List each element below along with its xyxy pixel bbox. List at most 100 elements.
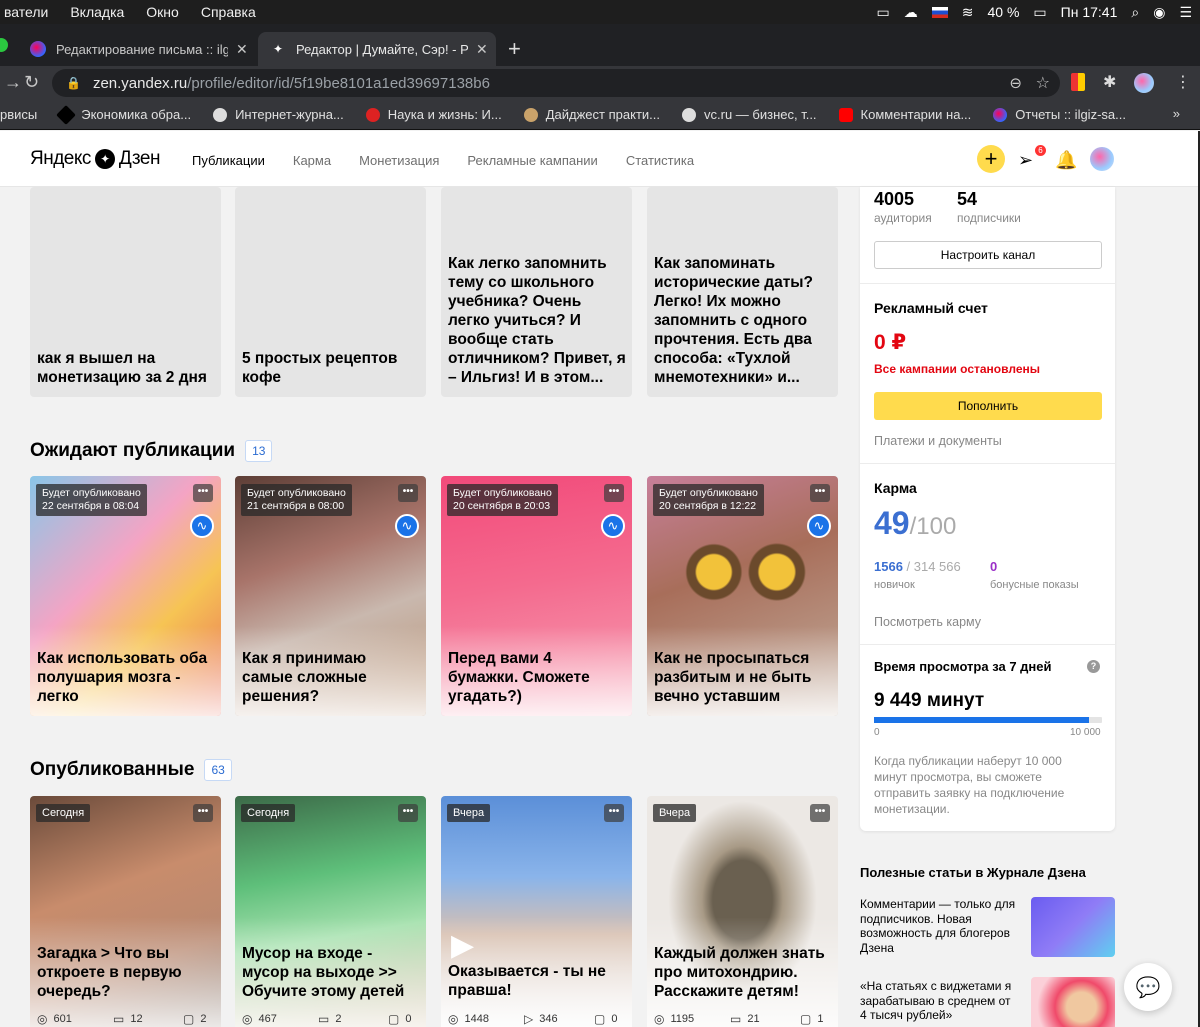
more-options-icon[interactable]: ••• bbox=[604, 484, 624, 502]
journal-article-image[interactable] bbox=[1031, 897, 1115, 957]
close-tab-icon[interactable]: ✕ bbox=[476, 41, 488, 58]
bookmark-item[interactable]: Дайджест практи... bbox=[523, 107, 660, 122]
help-icon[interactable]: ? bbox=[1087, 660, 1100, 673]
wave-icon[interactable]: ∿ bbox=[395, 514, 419, 538]
extensions-puzzle-icon[interactable]: ✱ bbox=[1103, 72, 1123, 92]
progress-min-label: 0 bbox=[874, 727, 880, 738]
close-tab-icon[interactable]: ✕ bbox=[236, 41, 248, 58]
channel-avatar[interactable] bbox=[1090, 147, 1114, 171]
wave-icon[interactable]: ∿ bbox=[807, 514, 831, 538]
reads-book-icon: ▭ bbox=[730, 1012, 742, 1026]
bookmark-item[interactable]: Интернет-журна... bbox=[213, 107, 344, 122]
battery-label[interactable]: 40 % bbox=[988, 4, 1020, 20]
published-card[interactable]: Вчера ••• ▶ Оказывается - ты не правша! … bbox=[441, 796, 632, 1027]
comments-icon: ▢ bbox=[594, 1012, 606, 1026]
schedule-date: 20 сентября в 12:22 bbox=[659, 500, 757, 512]
create-publication-button[interactable]: + bbox=[977, 145, 1005, 173]
profile-avatar-icon[interactable] bbox=[1134, 73, 1154, 93]
plays-icon: ▷ bbox=[524, 1012, 534, 1026]
wave-icon[interactable]: ∿ bbox=[190, 514, 214, 538]
bonus-label: бонусные показы bbox=[990, 579, 1079, 591]
more-options-icon[interactable]: ••• bbox=[193, 804, 213, 822]
bookmarks-overflow-icon[interactable]: » bbox=[1173, 106, 1180, 121]
more-options-icon[interactable]: ••• bbox=[398, 804, 418, 822]
nav-monetization[interactable]: Монетизация bbox=[359, 153, 439, 168]
schedule-label: Будет опубликовано bbox=[453, 487, 552, 499]
nav-statistics[interactable]: Статистика bbox=[626, 153, 694, 168]
tab-zen-editor[interactable]: ✦ Редактор | Думайте, Сэр! - Р ✕ bbox=[258, 32, 496, 66]
bookmark-item[interactable]: Наука и жизнь: И... bbox=[365, 107, 502, 122]
published-count-badge: 63 bbox=[204, 759, 232, 781]
pending-card[interactable]: Будет опубликовано 20 сентября в 12:22 ••… bbox=[647, 476, 838, 716]
published-card[interactable]: Сегодня ••• Загадка > Что вы откроете в … bbox=[30, 796, 221, 1027]
menu-item[interactable]: ватели bbox=[4, 4, 48, 20]
setup-channel-button[interactable]: Настроить канал bbox=[874, 241, 1102, 269]
menu-item-tab[interactable]: Вкладка bbox=[70, 4, 124, 20]
draft-card[interactable]: 5 простых рецептов кофе bbox=[235, 187, 426, 397]
chat-support-icon[interactable]: 💬 bbox=[1124, 963, 1172, 1011]
published-card[interactable]: Сегодня ••• Мусор на входе - мусор на вы… bbox=[235, 796, 426, 1027]
pending-count-badge: 13 bbox=[245, 440, 273, 462]
clock[interactable]: Пн 17:41 bbox=[1061, 4, 1118, 20]
bookmark-label: рвисы bbox=[0, 107, 38, 122]
siri-icon[interactable]: ◉ bbox=[1153, 4, 1165, 21]
bookmark-item[interactable]: Комментарии на... bbox=[838, 107, 971, 122]
zen-logo[interactable]: Яндекс ✦ Дзен bbox=[30, 148, 160, 170]
more-options-icon[interactable]: ••• bbox=[604, 804, 624, 822]
globe-icon bbox=[682, 107, 696, 122]
spotlight-search-icon[interactable]: ⌕ bbox=[1131, 4, 1139, 21]
bookmark-star-icon[interactable]: ☆ bbox=[1036, 73, 1050, 93]
battery-icon: ▭ bbox=[1033, 3, 1047, 20]
audience-value: 4005 bbox=[874, 189, 915, 209]
nav-karma[interactable]: Карма bbox=[293, 153, 331, 168]
address-bar[interactable]: 🔒 zen.yandex.ru/profile/editor/id/5f19be… bbox=[52, 69, 1060, 97]
bookmark-item[interactable]: рвисы bbox=[0, 107, 37, 122]
more-options-icon[interactable]: ••• bbox=[810, 804, 830, 822]
browser-menu-icon[interactable]: ⋮ bbox=[1175, 72, 1195, 92]
video-play-icon[interactable]: ▶ bbox=[451, 928, 474, 963]
reload-icon[interactable]: ↻ bbox=[24, 72, 39, 93]
forward-arrow-icon[interactable]: → bbox=[4, 72, 22, 93]
wave-icon[interactable]: ∿ bbox=[601, 514, 625, 538]
youtube-icon bbox=[838, 107, 853, 122]
draft-card[interactable]: Как легко запомнить тему со школьного уч… bbox=[441, 187, 632, 397]
journal-article-image[interactable] bbox=[1031, 977, 1115, 1027]
bookmark-item[interactable]: vc.ru — бизнес, т... bbox=[682, 107, 817, 122]
bookmark-item[interactable]: Отчеты :: ilgiz-sa... bbox=[993, 107, 1126, 122]
draft-card[interactable]: как я вышел на монетизацию за 2 дня bbox=[30, 187, 221, 397]
top-up-button[interactable]: Пополнить bbox=[874, 392, 1102, 420]
extension-bookmark-icon[interactable] bbox=[1071, 73, 1085, 91]
view-karma-link[interactable]: Посмотреть карму bbox=[874, 615, 981, 629]
zoom-icon[interactable]: ⊖ bbox=[1009, 74, 1022, 92]
bookmark-item[interactable]: Экономика обра... bbox=[56, 104, 191, 125]
journal-article-link[interactable]: «На статьях с виджетами я зарабатываю в … bbox=[860, 979, 1020, 1023]
menu-item-help[interactable]: Справка bbox=[201, 4, 256, 20]
keyboard-layout-icon[interactable] bbox=[931, 6, 948, 18]
draft-card[interactable]: Как запоминать исторические даты? Легко!… bbox=[647, 187, 838, 397]
divider bbox=[860, 463, 1115, 464]
display-icon[interactable]: ▭ bbox=[877, 4, 890, 21]
menu-item-window[interactable]: Окно bbox=[146, 4, 179, 20]
more-options-icon[interactable]: ••• bbox=[398, 484, 418, 502]
wifi-icon[interactable]: ≋ bbox=[962, 4, 974, 21]
globe-icon bbox=[213, 107, 228, 122]
send-plane-icon[interactable]: ➢ bbox=[1018, 150, 1033, 171]
pending-card[interactable]: Будет опубликовано 20 сентября в 20:03 ••… bbox=[441, 476, 632, 716]
published-card-title: Оказывается - ты не правша! bbox=[448, 963, 606, 999]
payments-documents-link[interactable]: Платежи и документы bbox=[874, 434, 1002, 448]
nav-ad-campaigns[interactable]: Рекламные кампании bbox=[467, 153, 597, 168]
control-center-icon[interactable]: ☰ bbox=[1179, 4, 1192, 21]
new-tab-button[interactable]: + bbox=[508, 36, 521, 62]
creative-cloud-icon[interactable]: ☁ bbox=[904, 4, 918, 21]
pending-card[interactable]: Будет опубликовано 21 сентября в 08:00 ••… bbox=[235, 476, 426, 716]
tab-mail-editor[interactable]: Редактирование письма :: ilg ✕ bbox=[18, 32, 258, 66]
pending-card[interactable]: Будет опубликовано 22 сентября в 08:04 ••… bbox=[30, 476, 221, 716]
bell-icon[interactable]: 🔔 bbox=[1055, 150, 1077, 171]
schedule-date: 21 сентября в 08:00 bbox=[247, 500, 345, 512]
more-options-icon[interactable]: ••• bbox=[193, 484, 213, 502]
more-options-icon[interactable]: ••• bbox=[810, 484, 830, 502]
published-card[interactable]: Вчера ••• Каждый должен знать про митохо… bbox=[647, 796, 838, 1027]
nav-publications[interactable]: Публикации bbox=[192, 153, 265, 168]
journal-article-link[interactable]: Комментарии — только для подписчиков. Но… bbox=[860, 897, 1020, 955]
lock-icon[interactable]: 🔒 bbox=[66, 76, 81, 90]
